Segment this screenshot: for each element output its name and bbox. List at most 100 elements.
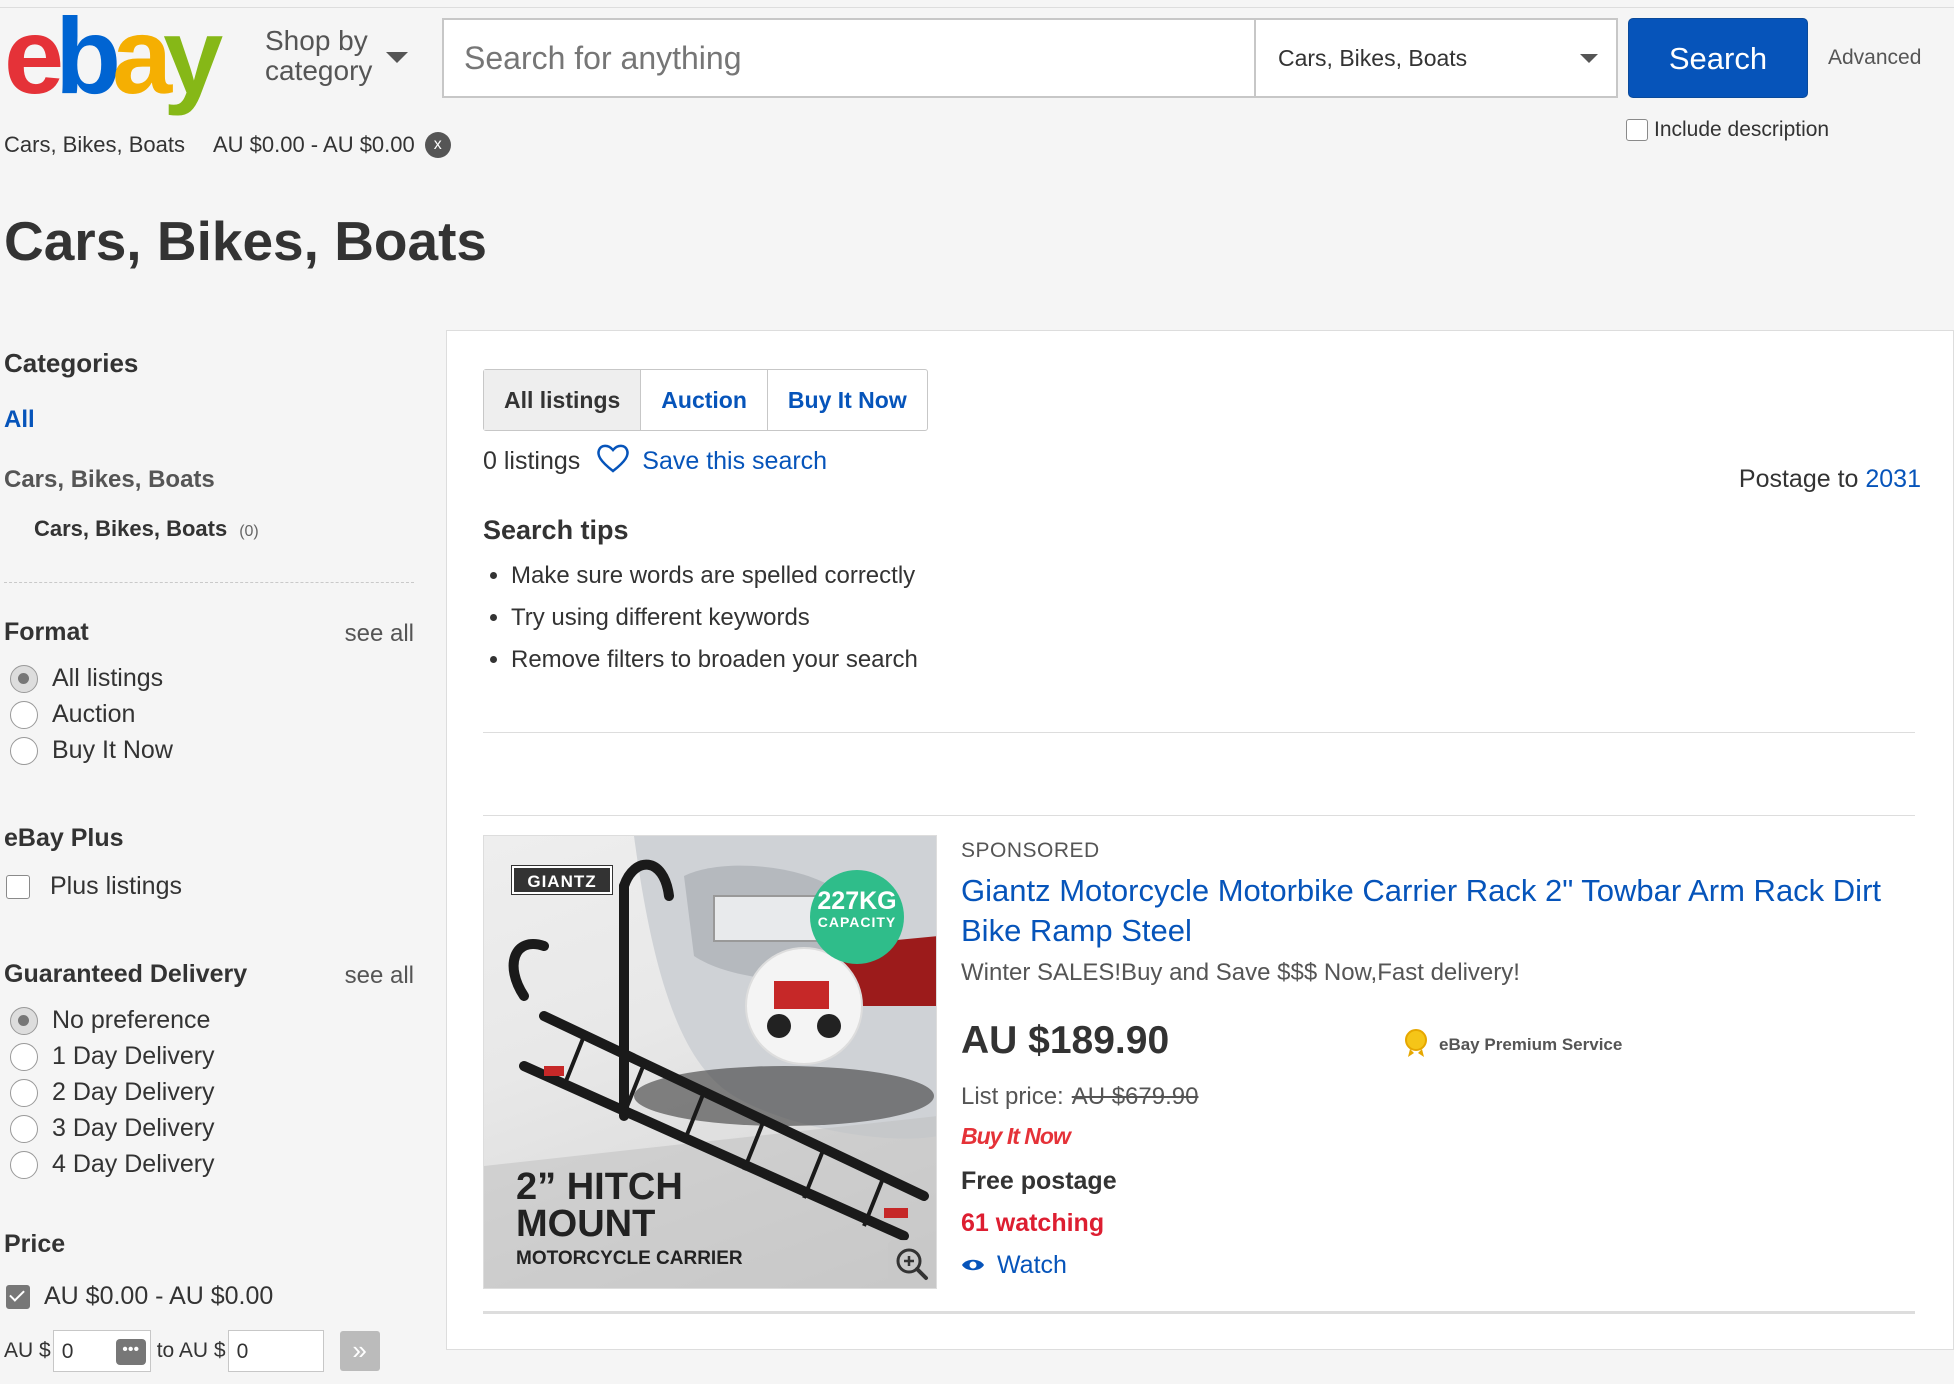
save-search-link[interactable]: Save this search xyxy=(642,447,827,476)
categories-heading: Categories xyxy=(4,348,139,378)
delivery-option-label: 2 Day Delivery xyxy=(52,1078,215,1106)
delivery-option-3-day[interactable]: 3 Day Delivery xyxy=(10,1114,215,1143)
shop-by-line1: Shop by xyxy=(265,25,368,56)
search-tips-heading: Search tips xyxy=(483,515,629,545)
search-bar: Cars, Bikes, Boats xyxy=(442,18,1618,98)
delivery-see-all-link[interactable]: see all xyxy=(345,962,414,990)
product-price: AU $189.90 xyxy=(961,1019,1170,1062)
delivery-option-label: No preference xyxy=(52,1006,211,1034)
double-chevron-right-icon[interactable]: » xyxy=(339,1331,380,1371)
category-child-item[interactable]: Cars, Bikes, Boats (0) xyxy=(34,516,259,542)
radio[interactable] xyxy=(10,1114,38,1143)
search-input[interactable] xyxy=(444,20,1254,96)
image-caption-line2: MOUNT xyxy=(516,1203,656,1245)
radio[interactable] xyxy=(10,1078,38,1107)
top-border xyxy=(0,0,1954,8)
heart-icon[interactable] xyxy=(596,443,630,480)
ebay-logo[interactable]: ebay xyxy=(4,2,240,110)
delivery-option-no-preference[interactable]: No preference xyxy=(10,1006,210,1035)
shop-by-line2: category xyxy=(265,55,373,86)
include-description-option[interactable]: Include description xyxy=(1626,118,1829,142)
search-tips-list: Make sure words are spelled correctly Tr… xyxy=(483,555,918,681)
postage-zip-link[interactable]: 2031 xyxy=(1865,465,1921,493)
search-button[interactable]: Search xyxy=(1628,18,1808,98)
list-price-label: List price: xyxy=(961,1083,1064,1110)
tab-auction[interactable]: Auction xyxy=(641,370,768,430)
image-capacity-badge: 227KG CAPACITY xyxy=(810,870,904,964)
tab-all-listings[interactable]: All listings xyxy=(484,370,642,430)
plus-listings-checkbox[interactable] xyxy=(6,874,30,899)
image-brand-tag: GIANTZ xyxy=(511,865,613,895)
radio[interactable] xyxy=(10,1150,38,1179)
category-select-value: Cars, Bikes, Boats xyxy=(1278,45,1468,71)
format-see-all-link[interactable]: see all xyxy=(345,620,414,648)
results-panel: All listings Auction Buy It Now 0 listin… xyxy=(446,330,1954,1350)
free-postage-label: Free postage xyxy=(961,1167,1117,1195)
price-from-label: AU $ xyxy=(4,1339,51,1362)
watching-count: 61 watching xyxy=(961,1209,1105,1237)
price-range-option[interactable]: AU $0.00 - AU $0.00 xyxy=(6,1282,273,1311)
shop-by-category-button[interactable]: Shop by category xyxy=(265,26,372,86)
advanced-search-link[interactable]: Advanced xyxy=(1828,46,1921,70)
sponsored-label: SPONSORED xyxy=(961,839,1100,862)
breadcrumb-category[interactable]: Cars, Bikes, Boats xyxy=(4,132,185,158)
radio[interactable] xyxy=(10,736,38,765)
delivery-option-2-day[interactable]: 2 Day Delivery xyxy=(10,1078,215,1107)
delivery-option-label: 4 Day Delivery xyxy=(52,1150,215,1178)
chevron-down-icon[interactable] xyxy=(386,52,408,63)
include-description-checkbox[interactable] xyxy=(1626,119,1648,141)
postage-label: Postage to xyxy=(1738,465,1859,493)
category-parent-link[interactable]: Cars, Bikes, Boats xyxy=(4,466,215,494)
delivery-option-4-day[interactable]: 4 Day Delivery xyxy=(10,1150,215,1179)
format-option-label: Buy It Now xyxy=(52,736,173,764)
postage-location: Postage to 2031 xyxy=(1739,465,1921,494)
price-from-value: 0 xyxy=(61,1340,74,1363)
watch-label: Watch xyxy=(997,1251,1067,1279)
format-tabs: All listings Auction Buy It Now xyxy=(483,369,928,431)
premium-badge-icon xyxy=(1399,1025,1433,1064)
buy-it-now-badge: Buy It Now xyxy=(961,1123,1071,1149)
price-to-input[interactable]: 0 xyxy=(227,1330,324,1372)
category-all-link[interactable]: All xyxy=(4,406,35,434)
radio[interactable] xyxy=(10,700,38,729)
page-title: Cars, Bikes, Boats xyxy=(4,210,487,272)
image-capacity-text: CAPACITY xyxy=(817,914,897,930)
tab-buy-it-now[interactable]: Buy It Now xyxy=(768,370,927,430)
radio-selected[interactable] xyxy=(10,664,38,693)
plus-listings-label: Plus listings xyxy=(50,872,182,900)
format-option-buy-it-now[interactable]: Buy It Now xyxy=(10,736,173,765)
chevron-down-icon xyxy=(1580,54,1598,63)
more-dots-icon[interactable]: ••• xyxy=(115,1339,146,1365)
list-price: List price: AU $679.90 xyxy=(961,1083,1198,1111)
category-select[interactable]: Cars, Bikes, Boats xyxy=(1254,20,1618,96)
close-icon[interactable]: x xyxy=(424,132,451,158)
radio-selected[interactable] xyxy=(10,1006,38,1035)
delivery-heading: Guaranteed Delivery xyxy=(4,960,248,988)
premium-service-badge: eBay Premium Service xyxy=(1399,1025,1622,1064)
watch-link[interactable]: Watch xyxy=(961,1251,1067,1280)
zoom-icon[interactable] xyxy=(888,1240,936,1288)
price-to-label: to AU $ xyxy=(156,1339,226,1362)
image-capacity-number: 227KG xyxy=(817,887,897,915)
listing-count: 0 listings xyxy=(483,447,581,475)
search-tip: Try using different keywords xyxy=(511,597,918,639)
format-option-auction[interactable]: Auction xyxy=(10,700,135,729)
delivery-option-label: 1 Day Delivery xyxy=(52,1042,215,1070)
ebay-plus-heading: eBay Plus xyxy=(4,824,124,852)
image-caption-line1: 2” HITCH xyxy=(516,1166,683,1208)
divider xyxy=(483,815,1915,816)
price-heading: Price xyxy=(4,1230,66,1258)
product-image[interactable]: GIANTZ 227KG CAPACITY 2” HITCH MOUNT MOT… xyxy=(483,835,937,1289)
format-option-label: All listings xyxy=(52,664,164,692)
format-option-all-listings[interactable]: All listings xyxy=(10,664,163,693)
plus-listings-option[interactable]: Plus listings xyxy=(6,872,182,901)
image-caption-line3: MOTORCYCLE CARRIER xyxy=(516,1248,743,1269)
product-title-link[interactable]: Giantz Motorcycle Motorbike Carrier Rack… xyxy=(961,871,1901,951)
price-from-input[interactable]: 0 ••• xyxy=(52,1330,151,1372)
price-range-checkbox[interactable] xyxy=(6,1284,30,1309)
product-subtitle: Winter SALES!Buy and Save $$$ Now,Fast d… xyxy=(961,959,1520,986)
price-range-label: AU $0.00 - AU $0.00 xyxy=(44,1282,274,1310)
delivery-option-1-day[interactable]: 1 Day Delivery xyxy=(10,1042,215,1071)
category-child-label: Cars, Bikes, Boats xyxy=(34,516,228,541)
radio[interactable] xyxy=(10,1042,38,1071)
